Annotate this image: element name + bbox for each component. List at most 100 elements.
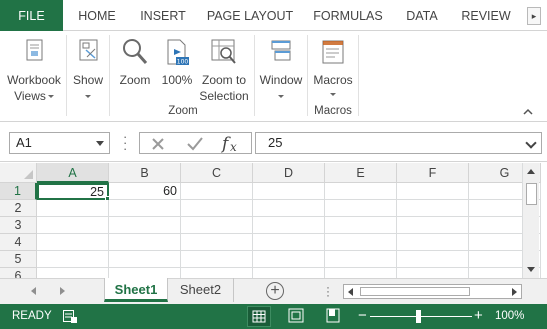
- cell-c3[interactable]: [181, 217, 253, 234]
- cell-a6[interactable]: [37, 268, 109, 278]
- cell-c2[interactable]: [181, 200, 253, 217]
- cell-f2[interactable]: [397, 200, 469, 217]
- formula-input[interactable]: 25: [255, 132, 542, 154]
- zoom-in-button[interactable]: +: [474, 307, 483, 325]
- zoom-out-button[interactable]: −: [358, 307, 367, 325]
- collapse-ribbon-icon[interactable]: [523, 108, 533, 116]
- tab-formulas[interactable]: FORMULAS: [305, 0, 391, 31]
- cell-f3[interactable]: [397, 217, 469, 234]
- cell-a5[interactable]: [37, 251, 109, 268]
- scroll-thumb[interactable]: [526, 183, 537, 205]
- cell-e5[interactable]: [325, 251, 397, 268]
- normal-view-icon: [252, 310, 266, 323]
- cell-b5[interactable]: [109, 251, 181, 268]
- zoom-slider-track[interactable]: [370, 316, 472, 317]
- cell-c1[interactable]: [181, 183, 253, 200]
- tab-data[interactable]: DATA: [397, 0, 447, 31]
- cell-b6[interactable]: [109, 268, 181, 278]
- enter-check-icon[interactable]: [186, 136, 204, 152]
- column-header[interactable]: F: [397, 163, 469, 183]
- row-header[interactable]: 3: [0, 217, 37, 234]
- zoom-level[interactable]: 100%: [495, 304, 524, 329]
- cell-c6[interactable]: [181, 268, 253, 278]
- cell-b2[interactable]: [109, 200, 181, 217]
- cell-a4[interactable]: [37, 234, 109, 251]
- vertical-scrollbar[interactable]: [522, 163, 539, 278]
- zoom-to-selection-button[interactable]: Zoom to Selection: [197, 37, 251, 104]
- cell-b1[interactable]: 60: [109, 183, 181, 200]
- macros-button[interactable]: Macros: [310, 37, 356, 96]
- cell-d2[interactable]: [253, 200, 325, 217]
- insert-function-icon[interactable]: f x: [220, 134, 242, 154]
- worksheet-grid[interactable]: A B C D E F G 1 2 3 4 5 6 25 60: [0, 163, 547, 278]
- zoom-100-button[interactable]: 100 100%: [159, 37, 195, 89]
- row-header[interactable]: 5: [0, 251, 37, 268]
- select-all-button[interactable]: [0, 163, 37, 183]
- cell-d6[interactable]: [253, 268, 325, 278]
- cell-a3[interactable]: [37, 217, 109, 234]
- cell-c5[interactable]: [181, 251, 253, 268]
- scroll-up-icon[interactable]: [527, 169, 535, 174]
- cell-a1[interactable]: 25: [37, 183, 111, 202]
- cell-b4[interactable]: [109, 234, 181, 251]
- cell-f6[interactable]: [397, 268, 469, 278]
- cancel-icon[interactable]: [150, 136, 166, 152]
- tab-review[interactable]: REVIEW: [453, 0, 519, 31]
- cell-e1[interactable]: [325, 183, 397, 200]
- scroll-down-icon[interactable]: [527, 267, 535, 272]
- macro-record-icon[interactable]: [63, 310, 77, 323]
- scroll-left-icon[interactable]: [348, 288, 353, 296]
- show-button[interactable]: Show: [69, 37, 107, 98]
- vertical-dots-icon[interactable]: · · ·: [326, 281, 330, 301]
- chevron-down-icon[interactable]: [525, 137, 537, 149]
- cell-e2[interactable]: [325, 200, 397, 217]
- scroll-thumb[interactable]: [360, 287, 470, 296]
- row-header[interactable]: 6: [0, 268, 37, 278]
- normal-view-button[interactable]: [247, 306, 271, 327]
- horizontal-scrollbar[interactable]: [343, 284, 522, 299]
- page-break-view-icon: [326, 308, 340, 323]
- cell-d3[interactable]: [253, 217, 325, 234]
- column-header[interactable]: E: [325, 163, 397, 183]
- vertical-dots-icon[interactable]: · · ·: [123, 130, 127, 155]
- cell-d5[interactable]: [253, 251, 325, 268]
- page-break-view-button[interactable]: [322, 306, 346, 327]
- row-header[interactable]: 1: [0, 183, 37, 200]
- window-button[interactable]: Window: [257, 37, 305, 98]
- add-sheet-button[interactable]: +: [266, 282, 284, 300]
- row-header[interactable]: 4: [0, 234, 37, 251]
- workbook-views-label-2: Views: [4, 89, 64, 105]
- tab-page-layout[interactable]: PAGE LAYOUT: [201, 0, 299, 31]
- column-header[interactable]: B: [109, 163, 181, 183]
- tab-insert[interactable]: INSERT: [131, 0, 195, 31]
- column-header[interactable]: A: [37, 163, 109, 183]
- tab-file[interactable]: FILE: [0, 0, 63, 31]
- tab-scroll-right-button[interactable]: ▸: [527, 7, 541, 25]
- cell-e4[interactable]: [325, 234, 397, 251]
- column-header[interactable]: C: [181, 163, 253, 183]
- name-box[interactable]: A1: [9, 132, 110, 154]
- cell-e6[interactable]: [325, 268, 397, 278]
- cell-f5[interactable]: [397, 251, 469, 268]
- cell-f4[interactable]: [397, 234, 469, 251]
- workbook-views-button[interactable]: Workbook Views: [4, 37, 64, 104]
- cell-a2[interactable]: [37, 200, 109, 217]
- chevron-down-icon: [278, 94, 284, 98]
- scroll-right-icon[interactable]: [512, 288, 517, 296]
- cell-f1[interactable]: [397, 183, 469, 200]
- page-layout-view-button[interactable]: [285, 306, 309, 327]
- sheet-tab-sheet1[interactable]: Sheet1: [104, 278, 168, 302]
- sheet-tab-sheet2[interactable]: Sheet2: [168, 278, 234, 302]
- cell-c4[interactable]: [181, 234, 253, 251]
- prev-sheet-icon[interactable]: [31, 287, 36, 295]
- zoom-slider-thumb[interactable]: [416, 310, 421, 323]
- next-sheet-icon[interactable]: [60, 287, 65, 295]
- cell-d1[interactable]: [253, 183, 325, 200]
- cell-d4[interactable]: [253, 234, 325, 251]
- tab-home[interactable]: HOME: [69, 0, 125, 31]
- cell-b3[interactable]: [109, 217, 181, 234]
- row-header[interactable]: 2: [0, 200, 37, 217]
- column-header[interactable]: D: [253, 163, 325, 183]
- cell-e3[interactable]: [325, 217, 397, 234]
- zoom-button[interactable]: Zoom: [114, 37, 156, 89]
